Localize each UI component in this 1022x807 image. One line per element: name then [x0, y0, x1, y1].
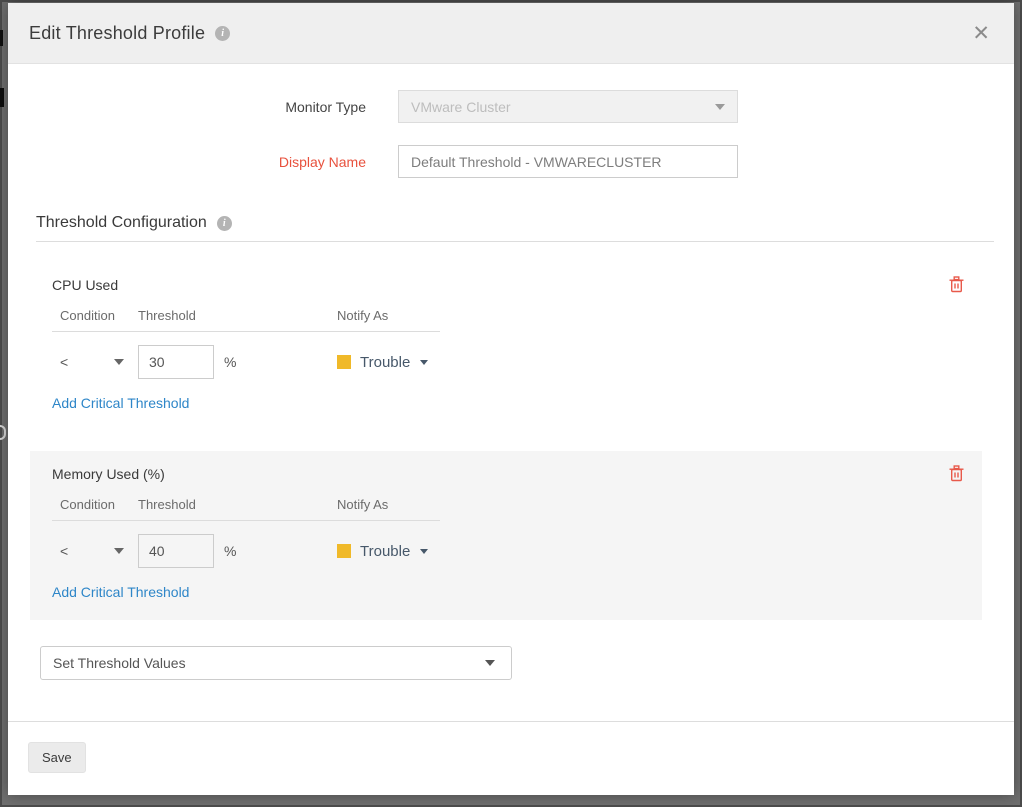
monitor-type-selected-value: VMware Cluster: [411, 99, 511, 115]
chevron-down-icon: [420, 549, 428, 554]
condition-select[interactable]: <: [52, 354, 138, 370]
threshold-column-headers: Condition Threshold Notify As: [52, 497, 440, 521]
chevron-down-icon: [114, 548, 124, 554]
chevron-down-icon: [114, 359, 124, 365]
threshold-row: < % Trouble: [52, 345, 960, 379]
background-page-remnant: [0, 30, 3, 46]
unit-label: %: [224, 354, 236, 370]
threshold-card-memory-used: Memory Used (%) Condition Threshold Noti…: [30, 451, 982, 620]
edit-threshold-profile-dialog: Edit Threshold Profile i ✕ Monitor Type …: [8, 3, 1014, 795]
condition-select[interactable]: <: [52, 543, 138, 559]
trouble-severity-swatch: [337, 355, 351, 369]
display-name-input[interactable]: [398, 145, 738, 178]
unit-label: %: [224, 543, 236, 559]
background-page-remnant: [0, 88, 4, 107]
condition-column-header: Condition: [52, 308, 138, 323]
notify-as-selected-value: Trouble: [360, 354, 410, 371]
threshold-row: < % Trouble: [52, 534, 960, 568]
display-name-label: Display Name: [28, 154, 398, 170]
notify-as-select[interactable]: Trouble: [337, 354, 428, 371]
dialog-header: Edit Threshold Profile i ✕: [8, 3, 1014, 64]
trouble-severity-swatch: [337, 544, 351, 558]
dialog-footer: Save: [8, 721, 1014, 795]
trash-icon: [949, 465, 964, 482]
threshold-card-cpu-used: CPU Used Condition Threshold Notify As <…: [30, 262, 982, 431]
notify-as-selected-value: Trouble: [360, 543, 410, 560]
delete-threshold-icon[interactable]: [949, 465, 964, 482]
monitor-type-row: Monitor Type VMware Cluster: [28, 90, 994, 123]
threshold-value-cell: %: [138, 534, 337, 568]
condition-selected-value: <: [60, 543, 68, 559]
add-critical-threshold-link[interactable]: Add Critical Threshold: [52, 584, 189, 600]
threshold-column-header: Threshold: [138, 497, 337, 512]
dialog-body: Monitor Type VMware Cluster Display Name…: [8, 64, 1014, 687]
notify-as-select[interactable]: Trouble: [337, 543, 428, 560]
metric-title: CPU Used: [52, 277, 960, 293]
metric-title: Memory Used (%): [52, 466, 960, 482]
info-icon[interactable]: i: [217, 216, 232, 231]
condition-selected-value: <: [60, 354, 68, 370]
dialog-title: Edit Threshold Profile: [29, 23, 205, 44]
delete-threshold-icon[interactable]: [949, 276, 964, 293]
save-button[interactable]: Save: [28, 742, 86, 773]
monitor-type-label: Monitor Type: [28, 99, 398, 115]
chevron-down-icon: [485, 660, 495, 666]
trash-icon: [949, 276, 964, 293]
notify-as-column-header: Notify As: [337, 308, 440, 323]
notify-as-column-header: Notify As: [337, 497, 440, 512]
section-title: Threshold Configuration: [36, 214, 207, 232]
info-icon[interactable]: i: [215, 26, 230, 41]
threshold-mode-selected-value: Set Threshold Values: [53, 655, 186, 671]
monitor-type-select[interactable]: VMware Cluster: [398, 90, 738, 123]
threshold-value-cell: %: [138, 345, 337, 379]
chevron-down-icon: [420, 360, 428, 365]
threshold-mode-select[interactable]: Set Threshold Values: [40, 646, 512, 680]
threshold-configuration-heading: Threshold Configuration i: [28, 214, 994, 232]
threshold-value-input[interactable]: [138, 345, 214, 379]
threshold-column-header: Threshold: [138, 308, 337, 323]
add-critical-threshold-link[interactable]: Add Critical Threshold: [52, 395, 189, 411]
threshold-column-headers: Condition Threshold Notify As: [52, 308, 440, 332]
condition-column-header: Condition: [52, 497, 138, 512]
close-icon[interactable]: ✕: [972, 23, 990, 44]
threshold-value-input[interactable]: [138, 534, 214, 568]
display-name-row: Display Name: [28, 145, 994, 178]
chevron-down-icon: [715, 104, 725, 110]
section-divider: [36, 241, 994, 242]
